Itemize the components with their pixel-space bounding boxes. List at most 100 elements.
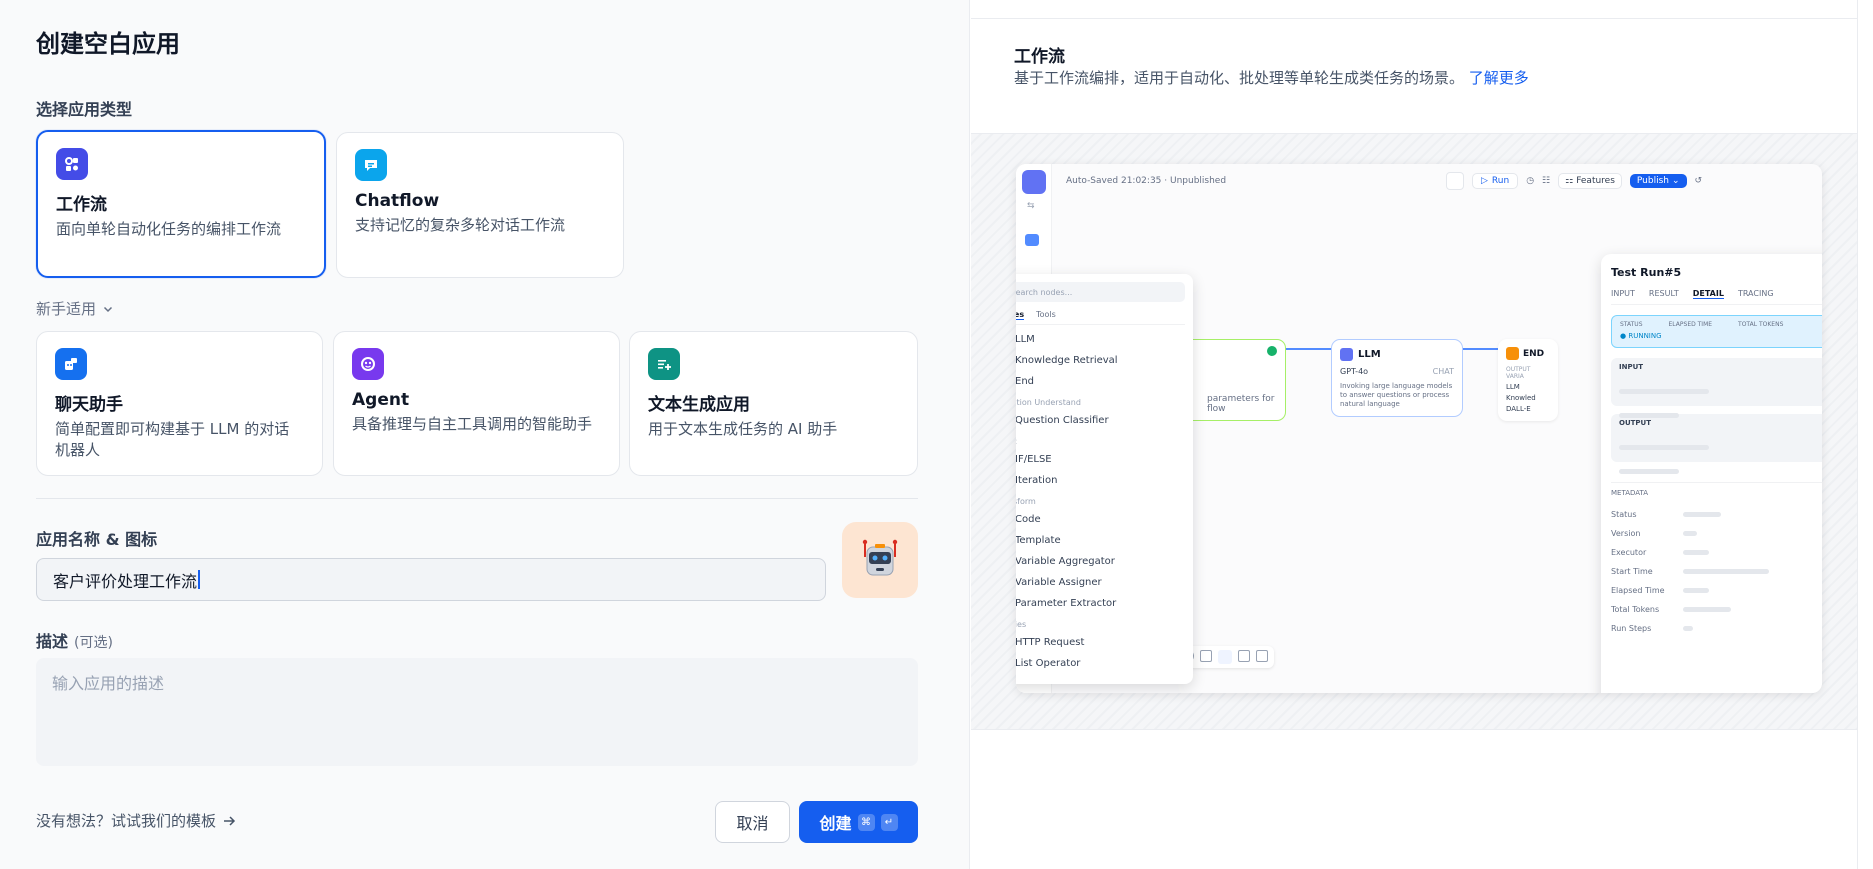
- meta-row: Version: [1611, 524, 1822, 543]
- arrow-right-icon: [224, 815, 236, 826]
- divider: [1857, 0, 1858, 869]
- success-icon: [1267, 346, 1277, 356]
- app-type-workflow-card[interactable]: 工作流 面向单轮自动化任务的编排工作流: [36, 130, 326, 278]
- node-item-label: Template: [1016, 535, 1061, 546]
- env-icon: [1446, 172, 1464, 190]
- input-title: INPUT: [1619, 363, 1644, 371]
- node-item-label: Variable Assigner: [1016, 577, 1102, 588]
- node-category: Logic: [1016, 437, 1185, 449]
- template-link-label: 没有想法？试试我们的模板: [36, 812, 217, 830]
- llm-node-icon: [1340, 348, 1353, 361]
- app-type-text-generation-card[interactable]: 文本生成应用 用于文本生成任务的 AI 助手: [629, 331, 918, 476]
- learn-more-link[interactable]: 了解更多: [1469, 69, 1529, 87]
- node-item-label: End: [1016, 376, 1035, 387]
- meta-row: Elapsed Time: [1611, 581, 1822, 600]
- start-node-desc: parameters for flow: [1207, 394, 1275, 414]
- output-box: OUTPUT: [1611, 414, 1822, 474]
- edge-line: [1463, 348, 1498, 350]
- app-name-value: 客户评价处理工作流: [53, 571, 198, 591]
- meta-label: Status: [1611, 510, 1637, 519]
- tab-tools: Tools: [1036, 310, 1056, 319]
- end-node-title: END: [1523, 348, 1545, 359]
- meta-row: Total Tokens: [1611, 600, 1822, 619]
- node-item-label: Variable Aggregator: [1016, 556, 1115, 567]
- app-type-chat-assistant-card[interactable]: 聊天助手 简单配置即可构建基于 LLM 的对话机器人: [36, 331, 323, 476]
- publish-label: Publish: [1636, 176, 1669, 186]
- elapsed-header: ELAPSED TIME: [1668, 321, 1713, 328]
- node-category: Transform: [1016, 497, 1036, 506]
- llm-node: LLM GPT-4o CHAT Invoking large language …: [1331, 339, 1463, 417]
- node-category: Utilities: [1016, 620, 1027, 629]
- node-search-placeholder: Search nodes...: [1016, 287, 1073, 297]
- meta-row: Start Time: [1611, 562, 1822, 581]
- app-icon-picker[interactable]: [842, 522, 918, 598]
- preview-panel: 工作流 基于工作流编排，适用于自动化、批处理等单轮生成类任务的场景。 了解更多 …: [971, 0, 1873, 869]
- create-label: 创建: [819, 814, 852, 833]
- end-node-label: OUTPUT VARIA: [1506, 366, 1531, 380]
- test-run-header: Test Run#5 ×: [1611, 266, 1822, 279]
- preview-screenshot-area: ⇆ Auto-Saved 21:02:35 · Unpublished ▷ Ru…: [971, 133, 1857, 730]
- end-node: END OUTPUT VARIA LLM Knowled DALL-E: [1498, 339, 1558, 421]
- app-type-agent-card[interactable]: Agent 具备推理与自主工具调用的智能助手: [333, 331, 620, 476]
- node-item: End: [1016, 371, 1185, 392]
- status-headers: STATUS ELAPSED TIME TOTAL TOKENS: [1620, 321, 1822, 328]
- meta-label: Run Steps: [1611, 624, 1652, 633]
- node-item-label: IF/ELSE: [1016, 454, 1052, 465]
- try-templates-link[interactable]: 没有想法？试试我们的模板: [36, 810, 236, 831]
- node-item-label: HTTP Request: [1016, 637, 1085, 648]
- test-run-tabs: INPUT RESULT DETAIL TRACING: [1611, 289, 1822, 305]
- card-title: Chatflow: [355, 191, 440, 211]
- robot-avatar-icon: [862, 539, 898, 576]
- node-item: Variable Assigner: [1016, 572, 1185, 593]
- desc-label-row: 描述 (可选): [36, 628, 113, 652]
- create-button[interactable]: 创建 ⌘ ↵: [799, 801, 918, 843]
- card-title: Agent: [352, 390, 410, 410]
- node-item: Question Classifier: [1016, 410, 1185, 431]
- run-button: ▷ Run: [1472, 173, 1519, 189]
- divider: [36, 498, 918, 499]
- app-name-input[interactable]: 客户评价处理工作流: [36, 558, 826, 601]
- skeleton: [1619, 459, 1822, 478]
- meta-label: Executor: [1611, 548, 1647, 557]
- skeleton: [1619, 435, 1822, 454]
- note-icon: [1200, 650, 1212, 662]
- beginner-toggle[interactable]: 新手适用: [36, 298, 114, 319]
- node-tabs: Nodes Tools: [1016, 310, 1185, 325]
- node-list: LLM Knowledge Retrieval End Question Unders…: [1016, 325, 1185, 674]
- workflow-icon: [56, 148, 88, 180]
- card-desc: 面向单轮自动化任务的编排工作流: [56, 220, 282, 238]
- output-title: OUTPUT: [1619, 419, 1651, 427]
- node-category: Question Understand: [1016, 398, 1081, 407]
- test-run-title: Test Run#5: [1611, 266, 1682, 279]
- metadata-title: METADATA: [1611, 482, 1822, 497]
- checklist-icon: ☷: [1542, 176, 1551, 186]
- beginner-label: 新手适用: [36, 300, 97, 318]
- text-caret: [198, 570, 201, 589]
- node-item-label: List Operator: [1016, 658, 1081, 669]
- app-logo-icon: [1022, 170, 1046, 194]
- meta-label: Version: [1611, 529, 1641, 538]
- node-picker-panel: ⌕ Search nodes... Nodes Tools LLM Knowled…: [1016, 274, 1193, 684]
- card-title: 文本生成应用: [648, 395, 750, 415]
- card-desc: 具备推理与自主工具调用的智能助手: [352, 415, 593, 433]
- llm-node-desc: Invoking large language models to answer…: [1340, 382, 1453, 408]
- app-type-chatflow-card[interactable]: Chatflow 支持记忆的复杂多轮对话工作流: [336, 132, 624, 278]
- meta-row: Run Steps: [1611, 619, 1822, 638]
- swap-icon: ⇆: [1027, 201, 1035, 211]
- llm-node-title: LLM: [1358, 349, 1381, 360]
- features-label: Features: [1576, 176, 1615, 186]
- image-icon: [1025, 234, 1039, 246]
- end-node-row: DALL-E: [1506, 405, 1531, 413]
- node-item: IF/ELSE: [1016, 449, 1185, 470]
- node-item: Parameter Extractor: [1016, 593, 1185, 614]
- card-title: 聊天助手: [55, 395, 123, 415]
- cancel-button[interactable]: 取消: [715, 801, 790, 843]
- meta-label: Start Time: [1611, 567, 1653, 576]
- features-button: ⚏ Features: [1558, 173, 1622, 189]
- optional-tag: (可选): [74, 635, 113, 651]
- node-item-label: Iteration: [1016, 475, 1058, 486]
- node-item-label: LLM: [1016, 334, 1035, 345]
- chatflow-icon: [355, 149, 387, 181]
- node-item: Iteration: [1016, 470, 1185, 491]
- description-textarea[interactable]: 输入应用的描述: [36, 658, 918, 766]
